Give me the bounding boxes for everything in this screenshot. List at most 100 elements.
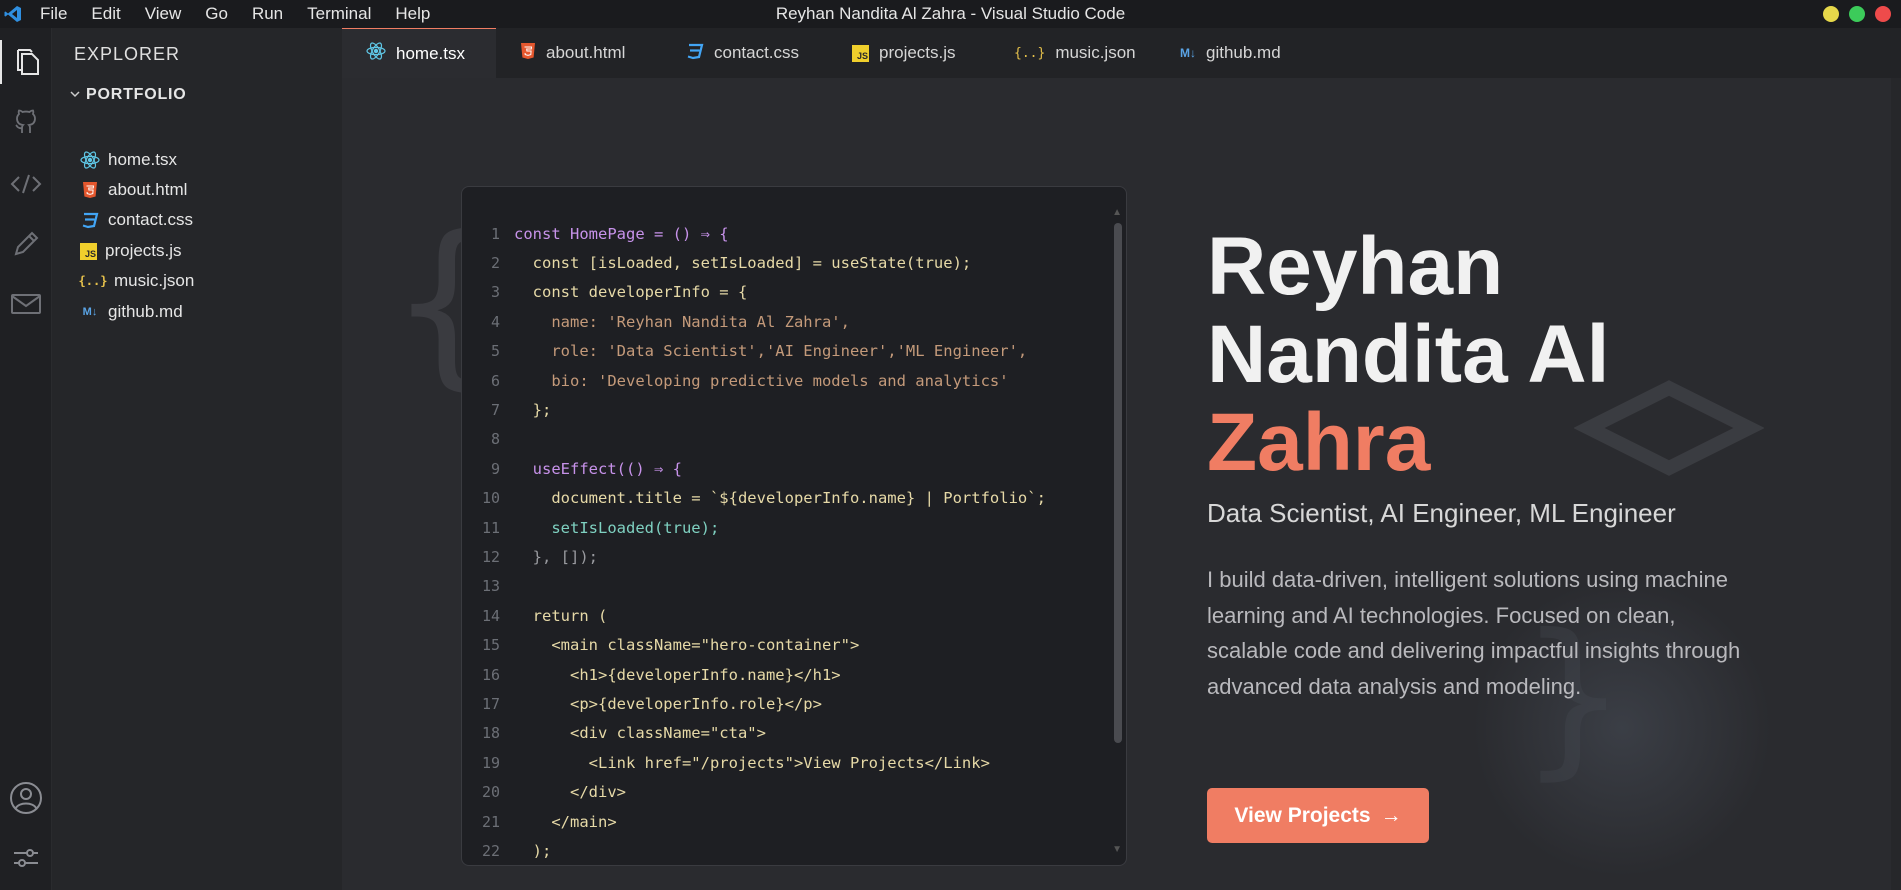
- code-line: 20 </div>: [481, 783, 626, 802]
- menu-help[interactable]: Help: [381, 0, 440, 28]
- tab-label: home.tsx: [396, 43, 465, 63]
- title-bar: File Edit View Go Run Terminal Help Reyh…: [0, 0, 1901, 28]
- code-line: 22 );: [481, 841, 552, 860]
- code-line: 16 <h1>{developerInfo.name}</h1>: [481, 665, 841, 684]
- code-line: 18 <div className="cta">: [481, 724, 766, 743]
- menu-view[interactable]: View: [131, 0, 192, 28]
- file-label: about.html: [108, 180, 188, 199]
- explorer-title: EXPLORER: [74, 44, 181, 64]
- file-label: music.json: [114, 271, 195, 290]
- pencil-icon[interactable]: [0, 222, 52, 266]
- html-icon: [80, 180, 100, 200]
- scroll-up-arrow-icon[interactable]: ▲: [1112, 207, 1122, 218]
- tab-music[interactable]: {..} music.json: [990, 28, 1156, 78]
- code-line: 7 };: [490, 401, 552, 420]
- file-item-home[interactable]: home.tsx: [80, 148, 177, 172]
- github-icon[interactable]: [0, 100, 52, 144]
- menu-run[interactable]: Run: [238, 0, 293, 28]
- code-line: 5 role: 'Data Scientist','AI Engineer','…: [490, 342, 1028, 361]
- file-item-contact[interactable]: contact.css: [80, 208, 193, 232]
- code-line: 14 return (: [481, 606, 608, 625]
- json-icon: {..}: [78, 274, 108, 288]
- tab-projects[interactable]: JS projects.js: [828, 28, 990, 78]
- button-label: View Projects: [1234, 803, 1371, 827]
- hero-name-line: Nandita Al: [1207, 309, 1610, 400]
- file-label: home.tsx: [108, 150, 177, 169]
- code-line: 10 document.title = `${developerInfo.nam…: [481, 489, 1046, 508]
- hero-name: Reyhan Nandita Al Zahra: [1207, 223, 1609, 487]
- editor-scrollbar[interactable]: [1891, 78, 1901, 890]
- chevron-down-icon: [70, 86, 80, 104]
- file-item-music[interactable]: {..} music.json: [78, 269, 195, 293]
- file-label: github.md: [108, 302, 183, 321]
- js-icon: JS: [80, 242, 97, 260]
- tab-contact[interactable]: contact.css: [662, 28, 828, 78]
- code-line: 17 <p>{developerInfo.role}</p>: [481, 694, 822, 713]
- tab-label: contact.css: [714, 43, 800, 62]
- css-icon: [686, 42, 704, 65]
- html-icon: [520, 42, 536, 65]
- hero-bio: I build data-driven, intelligent solutio…: [1207, 567, 1741, 699]
- json-icon: {..}: [1014, 45, 1046, 61]
- menu-go[interactable]: Go: [191, 0, 238, 28]
- editor-tab-bar: home.tsx about.html contact.css JS proje…: [342, 28, 1901, 78]
- maximize-button[interactable]: [1849, 6, 1865, 22]
- react-icon: [80, 150, 100, 170]
- tab-github[interactable]: M↓ github.md: [1156, 28, 1322, 78]
- code-line: 19 <Link href="/projects">View Projects<…: [481, 753, 990, 772]
- tab-home[interactable]: home.tsx: [342, 28, 496, 78]
- code-line: 6 bio: 'Developing predictive models and…: [490, 371, 1009, 390]
- file-item-github[interactable]: M↓ github.md: [80, 300, 183, 324]
- settings-sliders-icon[interactable]: [0, 836, 52, 880]
- activity-bar: [0, 28, 52, 890]
- mail-icon[interactable]: [0, 282, 52, 326]
- files-icon[interactable]: [0, 40, 52, 84]
- code-line: 12 }, []);: [481, 547, 598, 566]
- code-line: 2 const [isLoaded, setIsLoaded] = useSta…: [490, 254, 972, 273]
- editor-area: { } 1const HomePage = () ⇒ { 2 const [is…: [342, 78, 1901, 890]
- code-line: 15 <main className="hero-container">: [481, 636, 860, 655]
- view-projects-button[interactable]: View Projects →: [1207, 788, 1429, 843]
- code-line: 8: [490, 430, 500, 449]
- tab-label: music.json: [1055, 43, 1136, 62]
- code-scrollbar[interactable]: [1114, 223, 1122, 743]
- close-button[interactable]: [1875, 6, 1891, 22]
- code-window: 1 const HomePage = () ⇒ { 2 const [isLoad…: [461, 186, 1127, 866]
- code-icon[interactable]: [0, 162, 52, 206]
- code-line: 21 </main>: [481, 812, 617, 831]
- vscode-logo-icon: [0, 0, 26, 28]
- markdown-icon: M↓: [82, 306, 98, 318]
- code-line: 9 useEffect(() ⇒ {: [490, 459, 682, 478]
- code-line: 3 const developerInfo = {: [490, 283, 748, 302]
- tab-label: github.md: [1206, 43, 1281, 62]
- tab-label: projects.js: [879, 43, 956, 62]
- hero-role: Data Scientist, AI Engineer, ML Engineer: [1207, 498, 1676, 528]
- explorer-sidebar: EXPLORER PORTFOLIO home.tsx about.html c…: [52, 28, 342, 890]
- code-line: 4 name: 'Reyhan Nandita Al Zahra',: [490, 312, 850, 331]
- menu-edit[interactable]: Edit: [77, 0, 130, 28]
- window-controls: [1823, 6, 1891, 22]
- file-label: contact.css: [108, 210, 194, 229]
- scroll-down-arrow-icon[interactable]: ▼: [1112, 844, 1122, 855]
- code-block: 1 const HomePage = () ⇒ { 2 const [isLoad…: [462, 219, 1102, 865]
- tab-label: about.html: [546, 43, 626, 62]
- file-item-projects[interactable]: JS projects.js: [80, 239, 182, 263]
- tab-about[interactable]: about.html: [496, 28, 662, 78]
- minimize-button[interactable]: [1823, 6, 1839, 22]
- code-line: 1 const HomePage = () ⇒ {: [490, 224, 729, 243]
- hero-name-accent: Zahra: [1207, 397, 1431, 488]
- arrow-right-icon: →: [1380, 803, 1402, 827]
- file-item-about[interactable]: about.html: [80, 178, 187, 202]
- code-line: 13: [481, 577, 500, 596]
- folder-portfolio[interactable]: PORTFOLIO: [70, 86, 187, 104]
- js-icon: JS: [852, 44, 869, 62]
- file-label: projects.js: [105, 241, 182, 260]
- folder-label: PORTFOLIO: [86, 86, 187, 103]
- hero-name-line: Reyhan: [1207, 221, 1504, 312]
- account-icon[interactable]: [0, 776, 52, 820]
- menu-file[interactable]: File: [26, 0, 77, 28]
- css-icon: [80, 210, 100, 230]
- menu-terminal[interactable]: Terminal: [293, 0, 381, 28]
- markdown-icon: M↓: [1180, 46, 1196, 60]
- react-icon: [366, 41, 386, 66]
